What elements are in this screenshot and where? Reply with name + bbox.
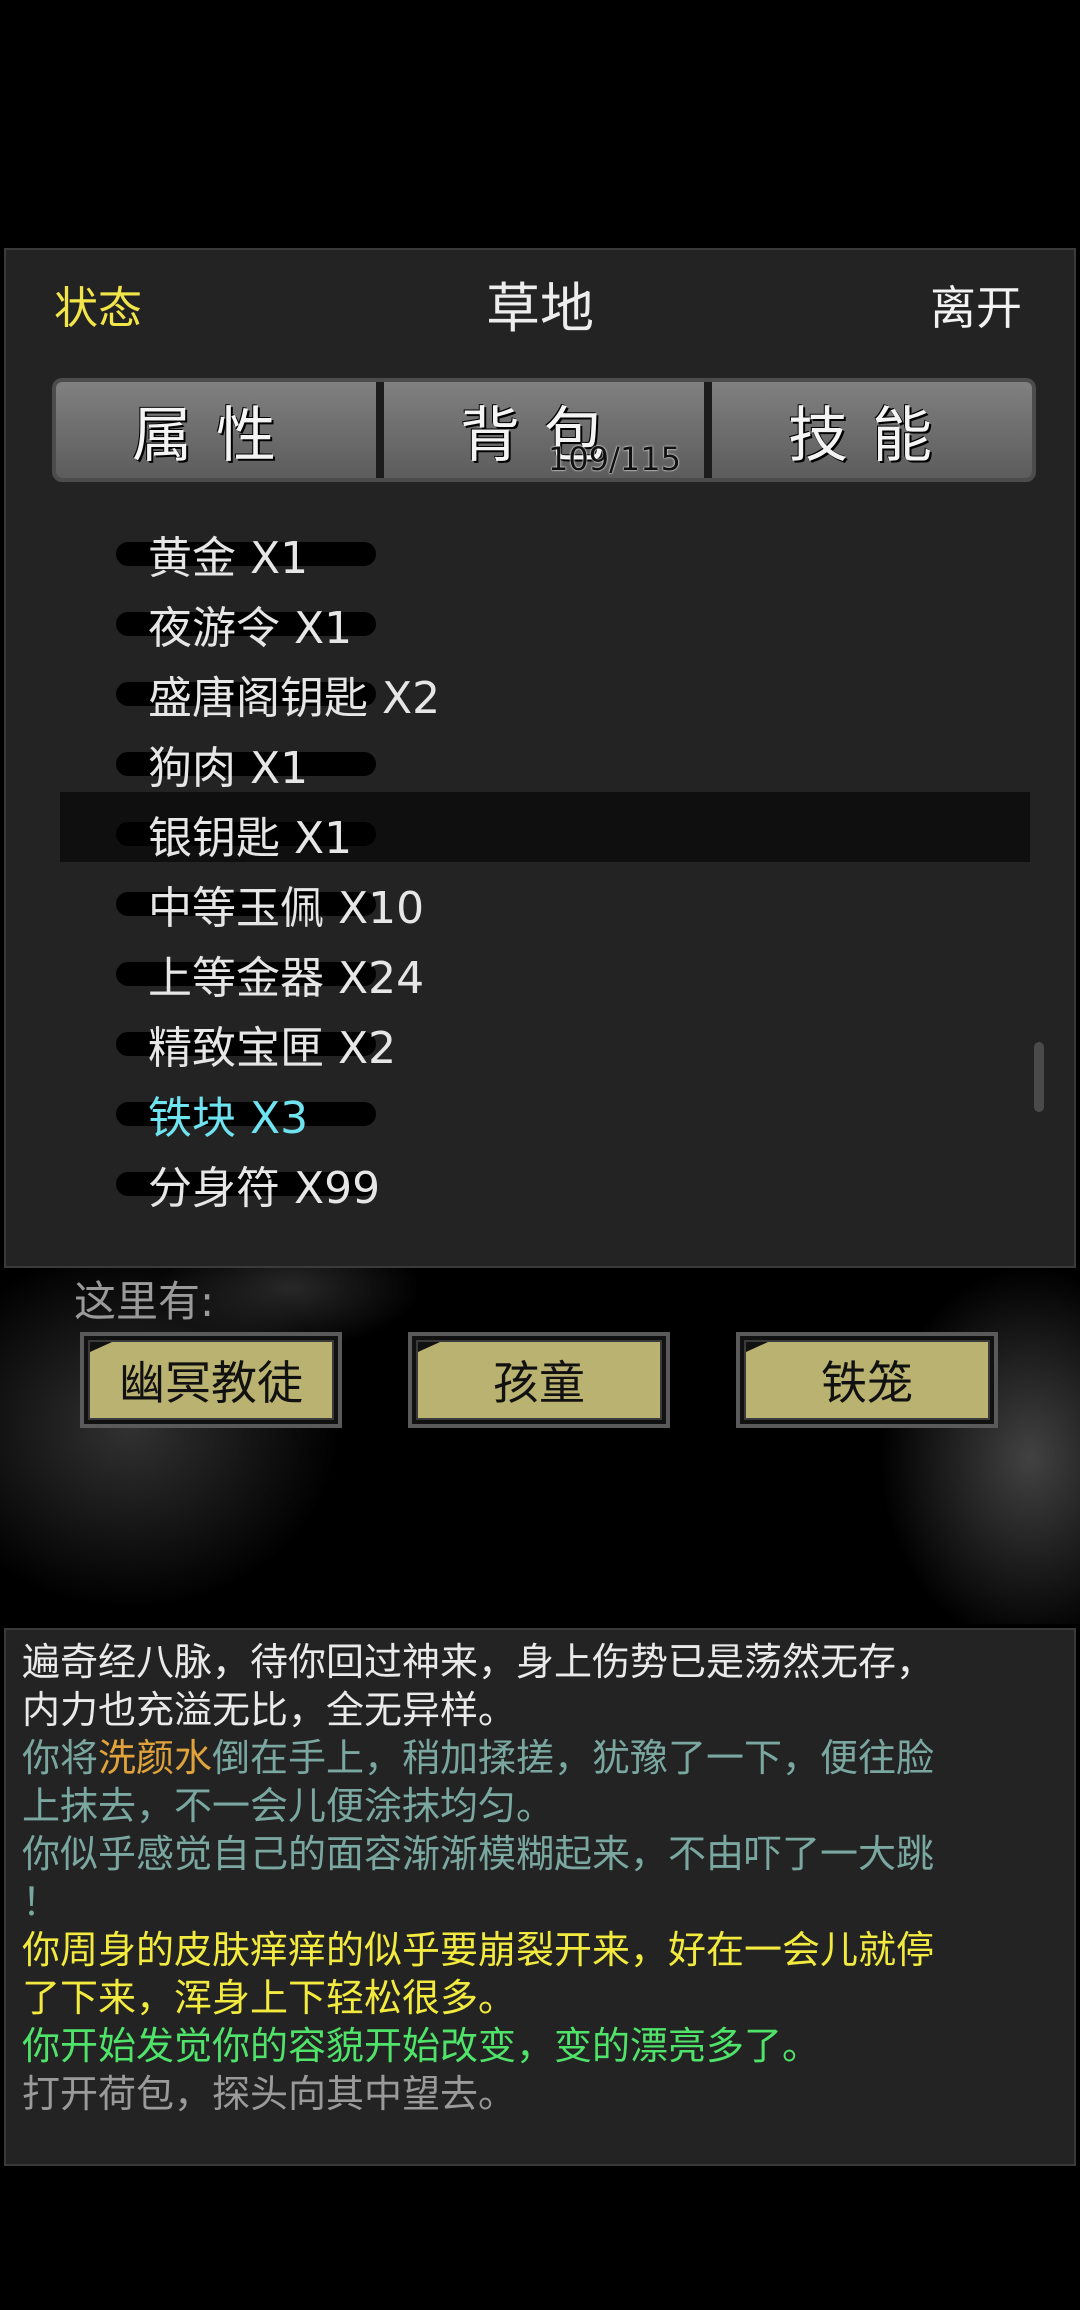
item-label: 盛唐阁钥匙 X2 [148, 673, 441, 724]
list-item[interactable]: 盛唐阁钥匙 X2 [60, 652, 1030, 724]
tab-bar: 属性 背包 109/115 技能 [52, 378, 1036, 482]
list-item[interactable]: 狗肉 X1 [60, 722, 1030, 794]
smoke-decoration [880, 1268, 1080, 1624]
log-text: 你将 [22, 1736, 99, 1780]
item-label: 黄金 X1 [148, 533, 309, 584]
scene-area: 这里有: 幽冥教徒 孩童 铁笼 [0, 1268, 1080, 1624]
location-title: 草地 [486, 277, 594, 340]
list-item-highlighted[interactable]: 铁块 X3 [60, 1072, 1030, 1144]
here-label: 这里有: [74, 1277, 215, 1326]
log-item-name: 洗颜水 [98, 1736, 213, 1780]
log-text: 倒在手上，稍加揉搓，犹豫了一下，便往脸 [212, 1736, 935, 1780]
list-item[interactable]: 分身符 X99 [60, 1142, 1030, 1214]
list-item[interactable]: 中等玉佩 X10 [60, 862, 1030, 934]
list-item[interactable]: 夜游令 X1 [60, 582, 1030, 654]
item-label: 分身符 X99 [148, 1163, 381, 1214]
list-item[interactable]: 黄金 X1 [60, 512, 1030, 584]
tab-backpack[interactable]: 背包 109/115 [376, 382, 704, 478]
log-line: 你似乎感觉自己的面容渐渐模糊起来，不由吓了一大跳 [22, 1832, 935, 1876]
npc-button-label: 幽冥教徒 [88, 1340, 334, 1420]
log-line: 遍奇经八脉，待你回过神来，身上伤势已是荡然无存， [22, 1640, 935, 1684]
log-line: ！ [22, 1880, 61, 1924]
inventory-list[interactable]: 黄金 X1 夜游令 X1 盛唐阁钥匙 X2 狗肉 X1 银钥匙 X1 中等玉佩 … [60, 512, 1030, 1262]
item-label: 精致宝匣 X2 [148, 1023, 397, 1074]
npc-button-label: 孩童 [416, 1340, 662, 1420]
list-item-partial[interactable] [60, 1212, 1030, 1242]
item-label: 夜游令 X1 [148, 603, 353, 654]
log-line: 你将洗颜水倒在手上，稍加揉搓，犹豫了一下，便往脸 [22, 1734, 1058, 1782]
log-line: 你周身的皮肤痒痒的似乎要崩裂开来，好在一会儿就停 [22, 1928, 935, 1972]
item-label: 铁块 X3 [148, 1093, 309, 1144]
object-button-iron-cage[interactable]: 铁笼 [736, 1332, 998, 1428]
log-line: 内力也充溢无比，全无异样。 [22, 1688, 517, 1732]
log-line: 打开荷包，探头向其中望去。 [22, 2072, 517, 2116]
list-item[interactable]: 精致宝匣 X2 [60, 1002, 1030, 1074]
tab-label: 技能 [788, 400, 956, 471]
item-label: 银钥匙 X1 [148, 813, 353, 864]
tab-attributes[interactable]: 属性 [56, 382, 376, 478]
item-label: 狗肉 X1 [148, 743, 309, 794]
scrollbar[interactable] [1034, 1042, 1044, 1112]
npc-button-label: 铁笼 [744, 1340, 990, 1420]
list-item[interactable]: 上等金器 X24 [60, 932, 1030, 1004]
list-item-selected[interactable]: 银钥匙 X1 [60, 792, 1030, 864]
inventory-panel: 状态 草地 离开 属性 背包 109/115 技能 黄金 X1 夜游令 X1 盛… [4, 248, 1076, 1268]
tab-skills[interactable]: 技能 [704, 382, 1032, 478]
leave-button[interactable]: 离开 [930, 272, 1022, 338]
log-line: 上抹去，不一会儿便涂抹均匀。 [22, 1784, 555, 1828]
log-line: 了下来，浑身上下轻松很多。 [22, 1976, 517, 2020]
npc-button-cultist[interactable]: 幽冥教徒 [80, 1332, 342, 1428]
npc-button-child[interactable]: 孩童 [408, 1332, 670, 1428]
message-log[interactable]: 遍奇经八脉，待你回过神来，身上伤势已是荡然无存， 内力也充溢无比，全无异样。 你… [4, 1628, 1076, 2166]
log-line: 你开始发觉你的容貌开始改变，变的漂亮多了。 [22, 2024, 821, 2068]
item-label: 上等金器 X24 [148, 953, 425, 1004]
backpack-capacity: 109/115 [548, 440, 681, 478]
item-label: 中等玉佩 X10 [148, 883, 425, 934]
tab-label: 属性 [132, 400, 300, 471]
